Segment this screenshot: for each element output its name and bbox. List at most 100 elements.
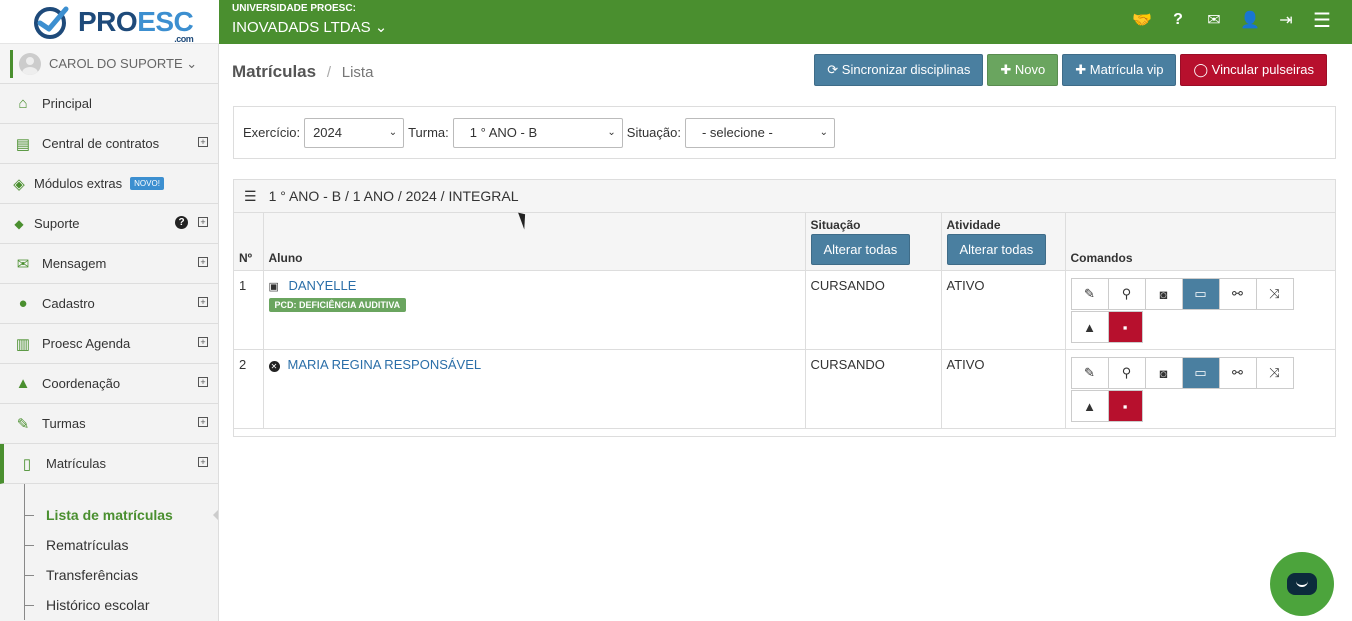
handshake-icon[interactable]: ⚯ — [1218, 357, 1257, 389]
enrollment-panel: ☰ 1 ° ANO - B / 1 ANO / 2024 / INTEGRAL … — [233, 179, 1336, 437]
table-row: 2 ✕ MARIA REGINA RESPONSÁVEL CURSANDO ATI… — [234, 349, 1335, 429]
turma-select[interactable]: 1 ° ANO - B ⌄ — [452, 117, 623, 148]
sidebar-item-coordenacao[interactable]: ▲ Coordenação + — [0, 364, 218, 404]
envelope-icon: ✉ — [16, 255, 30, 273]
edit-icon[interactable]: ✎ — [1070, 357, 1109, 389]
question-icon[interactable]: ? — [1168, 10, 1188, 30]
envelope-icon[interactable]: ✉ — [1204, 10, 1224, 30]
sidebar-item-mensagem[interactable]: ✉ Mensagem + — [0, 244, 218, 284]
new-badge: NOVO! — [130, 177, 164, 190]
sidebar-item-cadastro[interactable]: ● Cadastro + — [0, 284, 218, 324]
vip-enrollment-button[interactable]: ✚ Matrícula vip — [1062, 54, 1177, 86]
col-situacao-header: Situação Alterar todas — [805, 213, 942, 271]
expand-icon[interactable]: + — [198, 417, 208, 427]
sidebar-item-label: Cadastro — [42, 296, 95, 311]
pcd-badge: PCD: DEFICIÊNCIA AUDITIVA — [268, 298, 407, 312]
submenu-historico-escolar[interactable]: Histórico escolar — [0, 590, 218, 620]
shuffle-icon[interactable]: ⤨ — [1255, 357, 1294, 389]
organization-switcher[interactable]: UNIVERSIDADE PROESC: INOVADADS LTDAS ⌄ — [232, 3, 387, 36]
situacao-label: Situação: — [626, 125, 681, 140]
student-name-link[interactable]: DANYELLE — [289, 278, 357, 293]
collapse-icon[interactable]: + — [198, 457, 208, 467]
alter-all-atividade-button[interactable]: Alterar todas — [946, 234, 1047, 265]
user-icon[interactable]: 👤 — [1240, 10, 1260, 30]
submenu-rematriculas[interactable]: Rematrículas — [0, 530, 218, 560]
folder-open-icon[interactable]: ▭ — [1181, 278, 1220, 310]
sidebar-item-proesc-agenda[interactable]: ▥ Proesc Agenda + — [0, 324, 218, 364]
search-icon[interactable]: ⚲ — [1107, 357, 1146, 389]
command-group: ✎ ⚲ ◙ ▭ ⚯ ⤨ ▲ ▪ — [1070, 357, 1301, 423]
student-name-link[interactable]: MARIA REGINA RESPONSÁVEL — [288, 357, 482, 372]
user-menu[interactable]: CAROL DO SUPORTE ⌄ — [0, 44, 218, 84]
chat-widget-button[interactable] — [1270, 552, 1334, 616]
edit-icon[interactable]: ✎ — [1070, 278, 1109, 310]
link-wristbands-button[interactable]: ◯ Vincular pulseiras — [1180, 54, 1327, 86]
submenu-tick — [24, 605, 34, 606]
sidebar-item-label: Suporte — [34, 216, 80, 231]
folder-open-icon[interactable]: ▭ — [1181, 357, 1220, 389]
camera-icon[interactable]: ◙ — [1144, 357, 1183, 389]
sidebar-item-modulos-extras[interactable]: ◈ Módulos extras NOVO! — [0, 164, 218, 204]
remove-circle-icon[interactable]: ✕ — [268, 361, 280, 372]
handshake-icon[interactable]: 🤝 — [1132, 10, 1152, 30]
sign-out-icon[interactable]: ⇥ — [1276, 10, 1296, 30]
sidebar-item-label: Principal — [42, 96, 92, 111]
search-icon[interactable]: ⚲ — [1107, 278, 1146, 310]
exercicio-select[interactable]: 2024 ⌄ — [304, 117, 405, 148]
filter-bar: Exercício: 2024 ⌄ Turma: 1 ° ANO - B ⌄ S… — [233, 106, 1336, 159]
enrollment-table: Nº Aluno Situação Alterar todas Atividad… — [234, 213, 1335, 429]
warning-icon[interactable]: ▲ — [1070, 390, 1109, 422]
sync-disciplines-button[interactable]: ⟳ Sincronizar disciplinas — [814, 54, 984, 86]
expand-icon[interactable]: + — [198, 257, 208, 267]
logo[interactable]: PROESC .com — [0, 0, 219, 44]
org-name[interactable]: INOVADADS LTDAS ⌄ — [232, 18, 387, 36]
expand-icon[interactable]: + — [198, 297, 208, 307]
submenu-transferencias[interactable]: Transferências — [0, 560, 218, 590]
pencil-icon: ✎ — [16, 415, 30, 433]
menu-icon[interactable]: ☰ — [1312, 10, 1332, 32]
col-num-header: Nº — [234, 213, 264, 271]
situacao-header-label: Situação — [810, 218, 861, 232]
breadcrumb: Matrículas / Lista — [232, 62, 373, 82]
chat-icon — [1287, 573, 1317, 595]
submenu-tick — [24, 515, 34, 516]
users-icon: ● — [18, 295, 28, 312]
logo-mark-icon — [30, 5, 72, 39]
trash-icon[interactable]: ▪ — [1107, 311, 1143, 343]
page-title: Matrículas — [232, 62, 317, 81]
shuffle-icon[interactable]: ⤨ — [1255, 278, 1294, 310]
row-atividade: ATIVO — [941, 349, 1066, 429]
submenu-spacer — [0, 484, 218, 500]
new-button[interactable]: ✚ Novo — [987, 54, 1059, 86]
handshake-icon[interactable]: ⚯ — [1218, 278, 1257, 310]
row-comandos: ✎ ⚲ ◙ ▭ ⚯ ⤨ ▲ ▪ — [1065, 349, 1335, 429]
expand-icon[interactable]: + — [198, 377, 208, 387]
alter-all-situacao-button[interactable]: Alterar todas — [810, 234, 911, 265]
row-aluno: ✕ MARIA REGINA RESPONSÁVEL — [263, 349, 806, 429]
sidebar-item-central-de-contratos[interactable]: ▤ Central de contratos + — [0, 124, 218, 164]
user-name[interactable]: CAROL DO SUPORTE ⌄ — [49, 56, 197, 72]
sidebar-item-principal[interactable]: ⌂ Principal — [0, 84, 218, 124]
submenu-label: Histórico escolar — [46, 597, 150, 613]
list-icon: ☰ — [244, 187, 257, 204]
home-icon: ⌂ — [18, 95, 28, 112]
top-icons: 🤝 ? ✉ 👤 ⇥ ☰ — [1132, 10, 1332, 32]
sidebar-item-matriculas[interactable]: ▯ Matrículas + — [0, 444, 218, 484]
turma-label: Turma: — [408, 125, 449, 140]
book-open-icon: ▯ — [22, 455, 32, 473]
sidebar-item-turmas[interactable]: ✎ Turmas + — [0, 404, 218, 444]
submenu-lista-de-matriculas[interactable]: Lista de matrículas — [0, 500, 218, 530]
question-circle-icon[interactable]: ? — [175, 216, 188, 229]
camera-icon[interactable]: ◙ — [1144, 278, 1183, 310]
expand-icon[interactable]: + — [198, 137, 208, 147]
situacao-select[interactable]: - selecione - ⌄ — [684, 117, 835, 148]
submenu-tick — [24, 545, 34, 546]
row-aluno: ▣ DANYELLE PCD: DEFICIÊNCIA AUDITIVA — [263, 270, 806, 350]
expand-icon[interactable]: + — [198, 217, 208, 227]
expand-icon[interactable]: + — [198, 337, 208, 347]
exercicio-label: Exercício: — [243, 125, 301, 140]
warning-icon[interactable]: ▲ — [1070, 311, 1109, 343]
sidebar-item-suporte[interactable]: ◆ Suporte ? + — [0, 204, 218, 244]
trash-icon[interactable]: ▪ — [1107, 390, 1143, 422]
image-icon[interactable]: ▣ — [269, 280, 283, 293]
